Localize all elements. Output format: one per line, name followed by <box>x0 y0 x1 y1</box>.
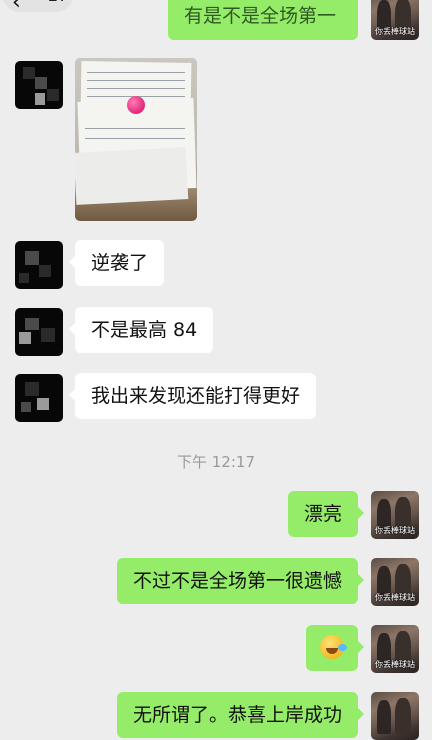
my-avatar[interactable]: 你丢棒球站 <box>371 0 419 40</box>
avatar-caption: 你丢棒球站 <box>375 27 415 36</box>
contact-avatar[interactable] <box>15 241 63 289</box>
photo-message[interactable] <box>75 58 197 221</box>
contact-avatar[interactable] <box>15 374 63 422</box>
unread-count: 27 <box>48 0 68 5</box>
my-avatar[interactable]: 你丢棒球站 <box>371 558 419 606</box>
my-avatar[interactable] <box>371 692 419 740</box>
message-bubble-mine[interactable]: 漂亮 <box>287 491 365 537</box>
message-bubble-mine[interactable]: 不过不是全场第一很遗憾 <box>116 558 365 604</box>
my-avatar[interactable]: 你丢棒球站 <box>371 491 419 539</box>
message-bubble-theirs[interactable]: 我出来发现还能打得更好 <box>68 373 317 419</box>
avatar-caption: 你丢棒球站 <box>375 593 415 602</box>
message-text: 我出来发现还能打得更好 <box>91 385 301 407</box>
message-bubble-mine[interactable] <box>306 625 364 671</box>
avatar-caption: 你丢棒球站 <box>375 526 415 535</box>
message-text: 无所谓了。恭喜上岸成功 <box>132 704 342 726</box>
message-text: 不是最高 84 <box>91 319 198 341</box>
chevron-left-icon[interactable]: ‹ <box>12 0 21 15</box>
message-bubble-theirs[interactable]: 不是最高 84 <box>68 307 214 353</box>
message-text: 不过不是全场第一很遗憾 <box>132 570 342 592</box>
time-divider: 下午 12:17 <box>177 453 255 471</box>
message-text: 漂亮 <box>303 503 342 525</box>
my-avatar[interactable]: 你丢棒球站 <box>371 625 419 673</box>
contact-avatar[interactable] <box>15 61 63 109</box>
avatar-caption: 你丢棒球站 <box>375 660 415 669</box>
laughing-tears-emoji <box>320 635 347 659</box>
contact-avatar[interactable] <box>15 308 63 356</box>
message-text: 逆袭了 <box>91 252 149 274</box>
message-bubble-theirs[interactable]: 逆袭了 <box>68 240 165 286</box>
message-bubble-mine[interactable]: 无所谓了。恭喜上岸成功 <box>116 692 365 738</box>
push-pin <box>127 96 145 114</box>
message-text: 有是不是全场第一 <box>184 5 337 27</box>
message-bubble-mine[interactable]: 有是不是全场第一 <box>168 0 358 40</box>
